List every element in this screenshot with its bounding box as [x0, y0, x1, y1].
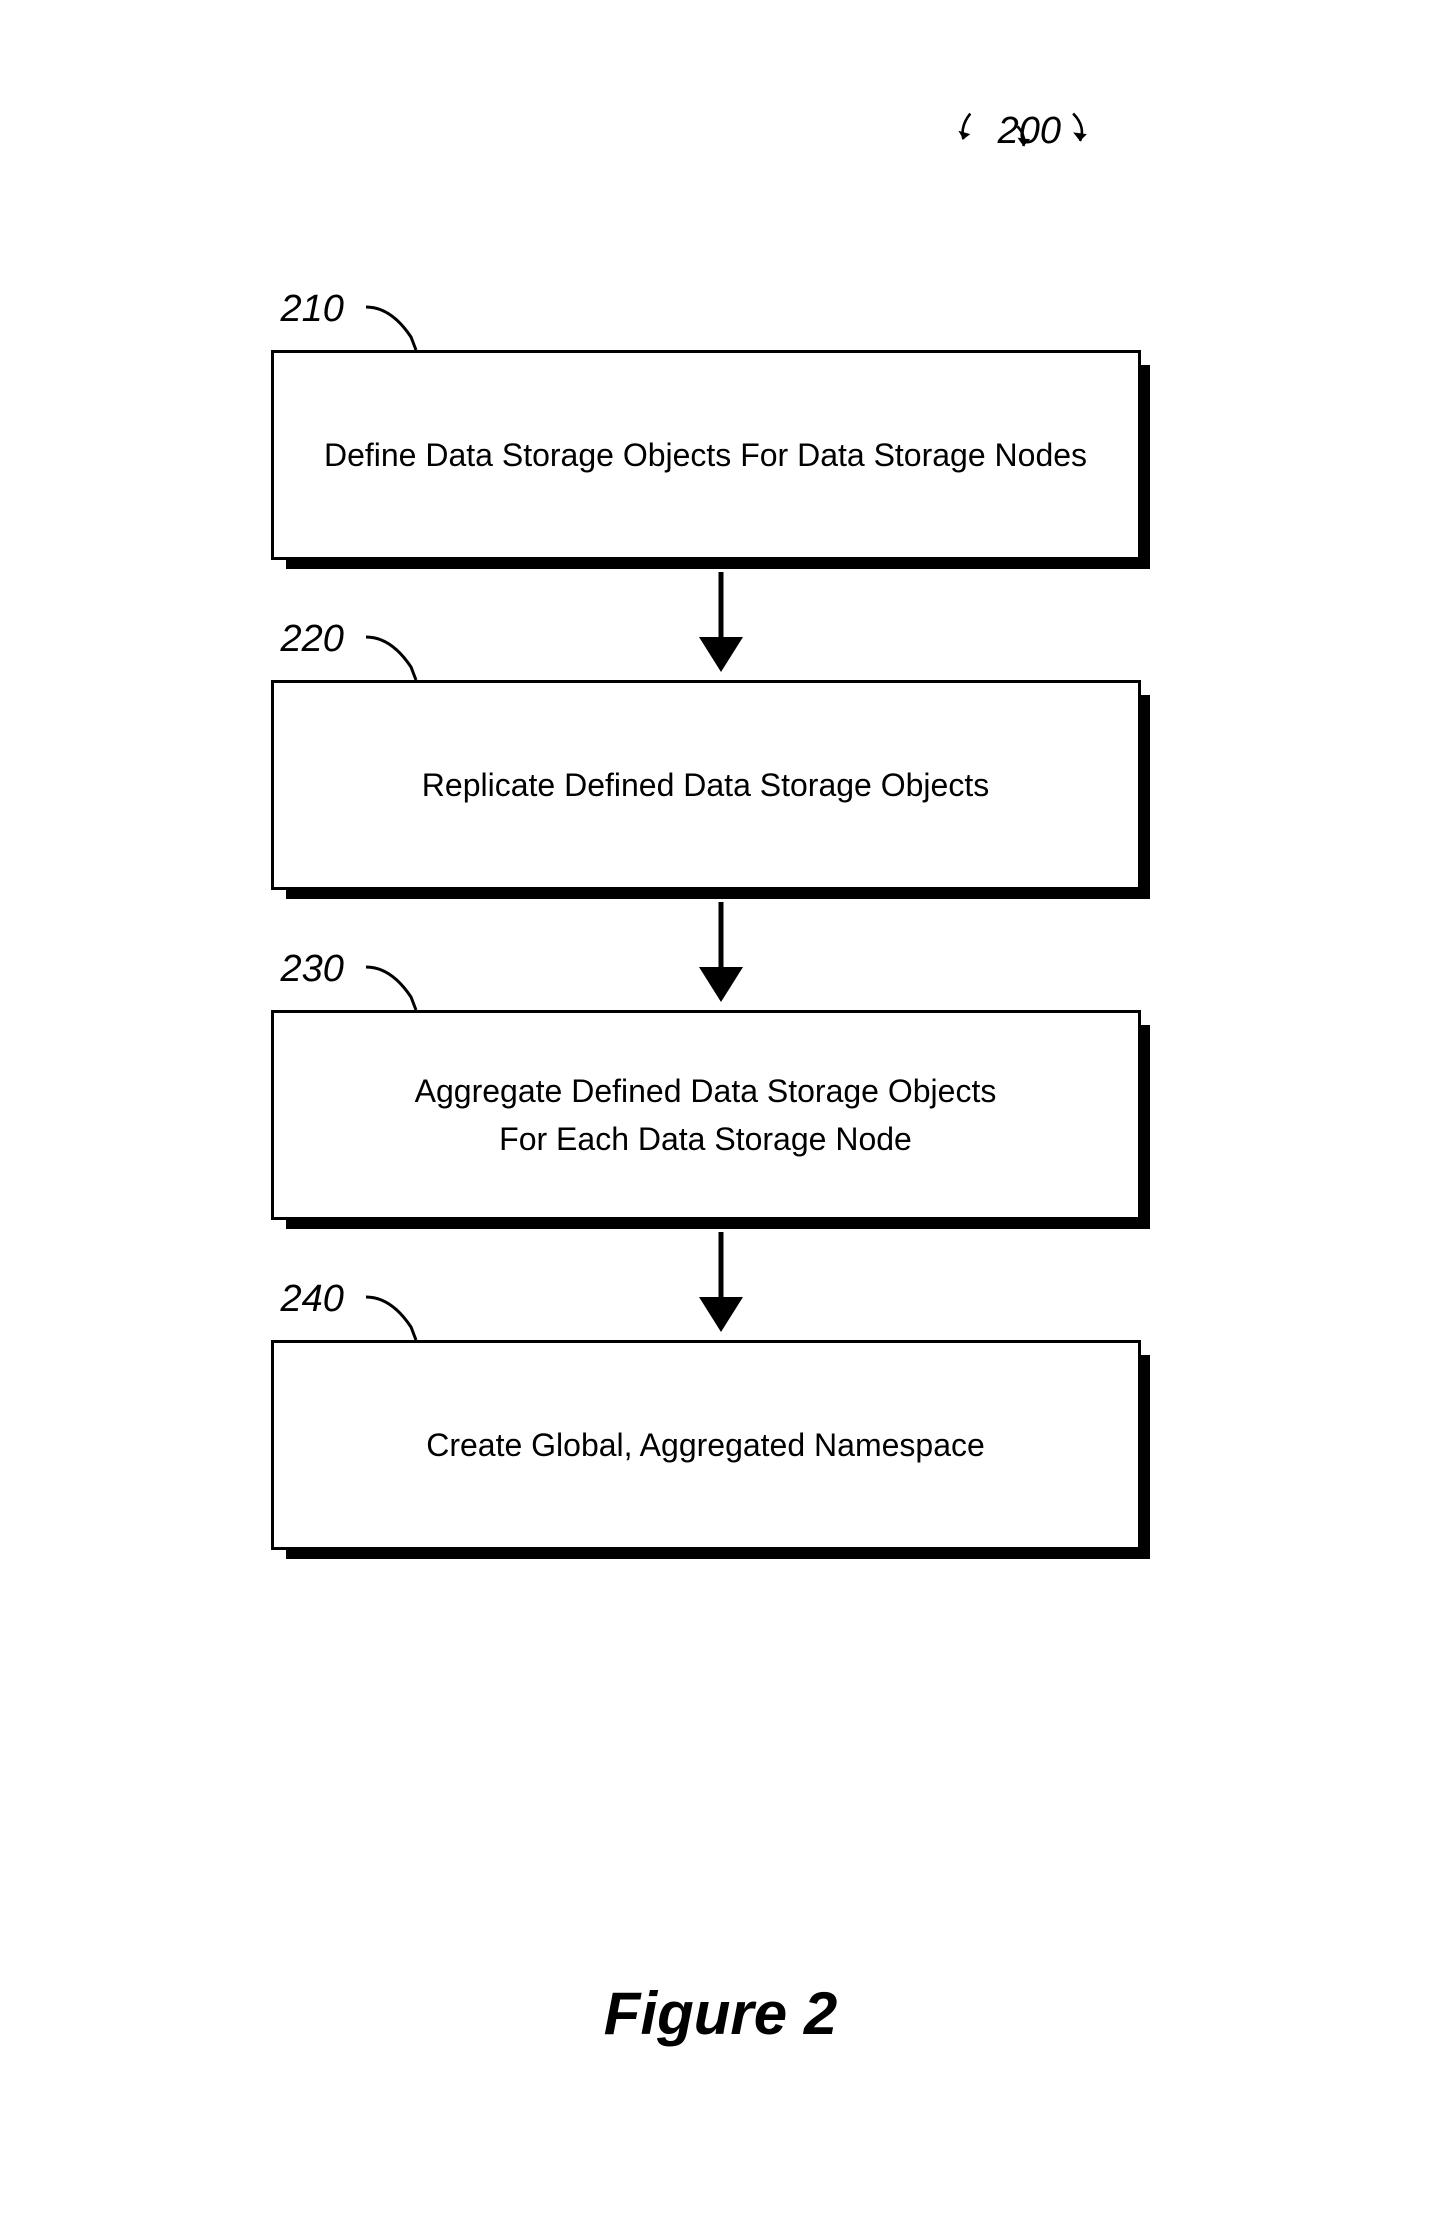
step-text: Replicate Defined Data Storage Objects [422, 761, 989, 809]
flow-step-box: Create Global, Aggregated Namespace [271, 1340, 1141, 1550]
flow-step-box: Define Data Storage Objects For Data Sto… [271, 350, 1141, 560]
label-connector-icon [361, 1292, 431, 1342]
step-text: Create Global, Aggregated Namespace [426, 1421, 985, 1469]
label-connector-icon [361, 632, 431, 682]
step-label: 230 [281, 948, 344, 991]
step-220-wrapper: 220 Replicate Defined Data Storage Objec… [271, 680, 1171, 890]
label-connector-icon [361, 302, 431, 352]
step-label: 240 [281, 1278, 344, 1321]
flow-step-box: Aggregate Defined Data Storage Objects F… [271, 1010, 1141, 1220]
step-240-wrapper: 240 Create Global, Aggregated Namespace [271, 1340, 1171, 1550]
step-label: 210 [281, 288, 344, 331]
step-text: Define Data Storage Objects For Data Sto… [324, 431, 1087, 479]
figure-title: Figure 2 [604, 1979, 837, 2048]
step-230-wrapper: 230 Aggregate Defined Data Storage Objec… [271, 1010, 1171, 1220]
step-text: Aggregate Defined Data Storage Objects F… [415, 1067, 997, 1163]
label-connector-icon [361, 962, 431, 1012]
flow-step-box: Replicate Defined Data Storage Objects [271, 680, 1141, 890]
step-label: 220 [281, 618, 344, 661]
step-210-wrapper: 210 Define Data Storage Objects For Data… [271, 350, 1171, 560]
flowchart-container: 210 Define Data Storage Objects For Data… [271, 100, 1171, 1550]
